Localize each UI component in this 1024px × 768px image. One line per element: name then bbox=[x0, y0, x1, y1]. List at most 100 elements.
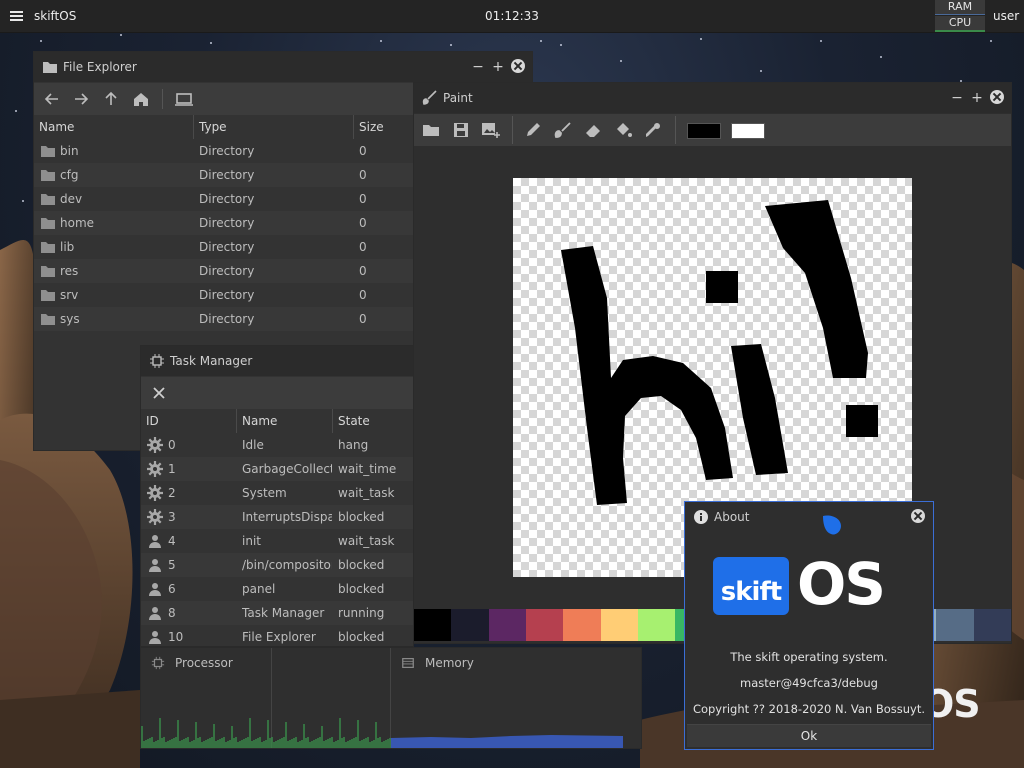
task-row[interactable]: 4 init wait_task bbox=[141, 529, 413, 553]
file-explorer-titlebar[interactable]: File Explorer − + bbox=[34, 52, 532, 82]
processor-graph-bar bbox=[205, 740, 207, 748]
task-manager-toolbar bbox=[141, 377, 413, 409]
home-icon[interactable] bbox=[131, 89, 151, 109]
processor-graph-bar bbox=[223, 737, 225, 748]
save-icon[interactable] bbox=[451, 120, 471, 140]
processor-graph-bar bbox=[181, 740, 183, 748]
column-header-id[interactable]: ID bbox=[141, 409, 237, 433]
about-titlebar[interactable]: About bbox=[685, 502, 933, 532]
task-row[interactable]: 3 InterruptsDispatc blocked bbox=[141, 505, 413, 529]
top-panel: skiftOS 01:12:33 RAM CPU user bbox=[0, 0, 1024, 33]
task-manager-titlebar[interactable]: Task Manager bbox=[141, 346, 413, 376]
task-row[interactable]: 1 GarbageCollector wait_time bbox=[141, 457, 413, 481]
up-arrow-icon[interactable] bbox=[101, 89, 121, 109]
ok-button[interactable]: Ok bbox=[687, 724, 931, 747]
task-state: hang bbox=[338, 438, 369, 452]
processor-graph-bar bbox=[337, 740, 339, 748]
palette-swatch[interactable] bbox=[637, 609, 676, 641]
forward-arrow-icon[interactable] bbox=[71, 89, 91, 109]
palette-swatch[interactable] bbox=[973, 609, 1011, 641]
palette-swatch[interactable] bbox=[563, 609, 601, 641]
task-id: 4 bbox=[168, 534, 176, 548]
palette-swatch[interactable] bbox=[451, 609, 489, 641]
maximize-icon[interactable]: + bbox=[490, 59, 506, 75]
processor-graph-bar bbox=[211, 737, 213, 748]
processor-graph-bar bbox=[311, 741, 313, 748]
close-icon[interactable] bbox=[511, 59, 525, 73]
brush-icon bbox=[422, 90, 437, 105]
cpu-indicator[interactable]: CPU bbox=[935, 16, 985, 32]
processor-graph-bar bbox=[269, 738, 271, 748]
brush-icon[interactable] bbox=[553, 120, 573, 140]
fill-bucket-icon[interactable] bbox=[613, 120, 633, 140]
file-type: Directory bbox=[199, 264, 255, 278]
processor-graph bbox=[141, 718, 391, 748]
palette-swatch[interactable] bbox=[936, 609, 974, 641]
file-name: cfg bbox=[60, 168, 79, 182]
task-state: running bbox=[338, 606, 385, 620]
file-size: 0 bbox=[359, 312, 367, 326]
task-id: 3 bbox=[168, 510, 176, 524]
eraser-icon[interactable] bbox=[583, 120, 603, 140]
task-row[interactable]: 8 Task Manager running bbox=[141, 601, 413, 625]
secondary-color-swatch[interactable] bbox=[731, 123, 765, 139]
task-row[interactable]: 6 panel blocked bbox=[141, 577, 413, 601]
menu-icon[interactable] bbox=[8, 8, 24, 24]
processor-graph-bar bbox=[157, 740, 159, 748]
user-icon bbox=[149, 535, 161, 548]
palette-swatch[interactable] bbox=[488, 609, 526, 641]
processor-graph-bar bbox=[357, 720, 359, 748]
processor-graph-bar bbox=[279, 739, 281, 748]
processor-graph-bar bbox=[379, 737, 381, 748]
processor-graph-bar bbox=[299, 741, 301, 748]
processor-graph-bar bbox=[173, 738, 175, 748]
file-name: res bbox=[60, 264, 79, 278]
minimize-icon[interactable]: − bbox=[949, 90, 965, 106]
processor-graph-bar bbox=[195, 722, 197, 748]
processor-graph-bar bbox=[193, 740, 195, 748]
processor-graph-bar bbox=[257, 738, 259, 748]
processor-graph-bar bbox=[341, 738, 343, 748]
close-icon[interactable] bbox=[990, 90, 1004, 104]
processor-graph-bar bbox=[169, 740, 171, 748]
kill-task-icon[interactable] bbox=[149, 383, 169, 403]
panel-user[interactable]: user bbox=[993, 9, 1019, 23]
color-picker-icon[interactable] bbox=[643, 120, 663, 140]
task-row[interactable]: 0 Idle hang bbox=[141, 433, 413, 457]
task-id: 0 bbox=[168, 438, 176, 452]
processor-graph-bar bbox=[331, 737, 333, 748]
new-image-icon[interactable] bbox=[480, 120, 500, 140]
processor-graph-bar bbox=[381, 742, 383, 748]
primary-color-swatch[interactable] bbox=[687, 123, 721, 139]
close-icon[interactable] bbox=[911, 509, 925, 523]
processor-graph-bar bbox=[177, 720, 179, 748]
maximize-icon[interactable]: + bbox=[969, 90, 985, 106]
paint-titlebar[interactable]: Paint − + bbox=[414, 83, 1011, 113]
column-header-type[interactable]: Type bbox=[194, 115, 354, 139]
open-folder-icon[interactable] bbox=[421, 120, 441, 140]
column-header-name[interactable]: Name bbox=[34, 115, 194, 139]
palette-swatch[interactable] bbox=[414, 609, 452, 641]
pencil-icon[interactable] bbox=[523, 120, 543, 140]
palette-swatch[interactable] bbox=[525, 609, 564, 641]
task-list: 0 Idle hang 1 GarbageCollector wait_time 2 Syst… bbox=[141, 433, 413, 646]
column-header-state[interactable]: State bbox=[333, 409, 413, 433]
task-state: blocked bbox=[338, 558, 385, 572]
task-row[interactable]: 2 System wait_task bbox=[141, 481, 413, 505]
computer-icon[interactable] bbox=[174, 89, 194, 109]
task-row[interactable]: 5/bin/compositor blocked bbox=[141, 553, 413, 577]
file-type: Directory bbox=[199, 216, 255, 230]
processor-graph-bar bbox=[241, 740, 243, 748]
folder-icon bbox=[41, 146, 55, 157]
back-arrow-icon[interactable] bbox=[42, 89, 62, 109]
task-id: 10 bbox=[168, 630, 184, 644]
task-id: 6 bbox=[168, 582, 176, 596]
task-row[interactable]: 10 File Explorer blocked bbox=[141, 625, 413, 646]
ram-indicator[interactable]: RAM bbox=[935, 0, 985, 15]
processor-graph-bar bbox=[159, 718, 161, 748]
minimize-icon[interactable]: − bbox=[470, 59, 486, 75]
processor-graph-bar bbox=[225, 742, 227, 748]
panel-app-name[interactable]: skiftOS bbox=[34, 9, 76, 23]
column-header-name[interactable]: Name bbox=[237, 409, 333, 433]
palette-swatch[interactable] bbox=[600, 609, 638, 641]
